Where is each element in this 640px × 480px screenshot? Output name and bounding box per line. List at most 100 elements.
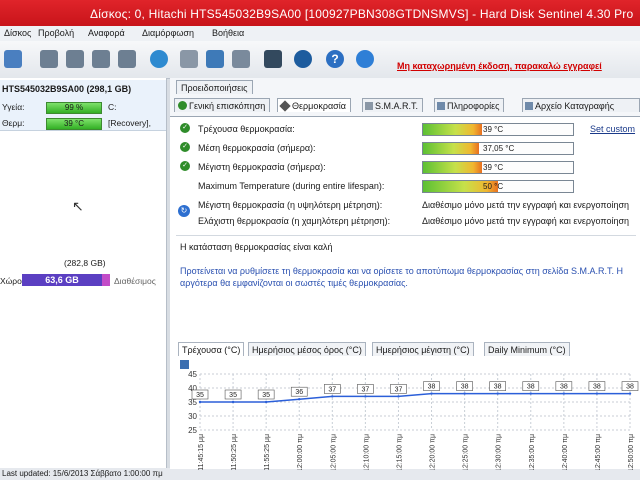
data-point bbox=[264, 400, 268, 404]
volume-size: (282,8 GB) bbox=[64, 258, 106, 268]
unregistered-link[interactable]: Μη καταχωρημένη έκδοση, παρακαλώ εγγραφε… bbox=[397, 61, 602, 71]
data-label: 35 bbox=[196, 392, 204, 399]
tab-smart[interactable]: S.M.A.R.T. bbox=[362, 98, 424, 112]
data-point bbox=[198, 400, 202, 404]
test-icon[interactable] bbox=[66, 50, 84, 68]
avg-temp-value: 37,05 °C bbox=[483, 144, 515, 153]
x-tick-label: 12:35:00 πμ bbox=[529, 434, 536, 470]
x-tick-label: 12:45:00 πμ bbox=[595, 434, 602, 470]
data-label: 38 bbox=[560, 384, 568, 391]
webcam-icon[interactable] bbox=[294, 50, 312, 68]
data-label: 38 bbox=[494, 384, 502, 391]
y-tick-label: 35 bbox=[188, 398, 197, 407]
current-temp-fill bbox=[423, 124, 482, 135]
disk-icon[interactable] bbox=[4, 50, 22, 68]
min-measure-label: Ελάχιστη θερμοκρασία (η χαμηλότερη μέτρη… bbox=[198, 216, 391, 226]
temperature-chart: 253035404535 35 35 36 37 37 37 38 38 38 38 38 38 3811… bbox=[188, 370, 639, 470]
chart-area: Τρέχουσα (°C) Ημερήσιος μέσος όρος (°C) … bbox=[178, 342, 640, 470]
max-measure-label: Μέγιστη θερμοκρασία (η υψηλότερη μέτρηση… bbox=[198, 200, 383, 210]
status-text: Η κατάσταση θερμοκρασίας είναι καλή bbox=[180, 242, 333, 252]
tab-warnings[interactable]: Προειδοποιήσεις bbox=[176, 80, 253, 94]
x-tick-label: 12:00:00 πμ bbox=[297, 434, 304, 470]
min-measure-value: Διαθέσιμο μόνο μετά την εγγραφή και ενερ… bbox=[422, 216, 630, 226]
chart-tab-daily-min[interactable]: Daily Minimum (°C) bbox=[484, 342, 570, 356]
disk-entry[interactable]: HTS545032B9SA00 (298,1 GB) Υγεία: 99 % C… bbox=[0, 80, 166, 131]
advice-text: Προτείνεται να ρυθμίσετε τη θερμοκρασία … bbox=[180, 266, 624, 288]
data-point bbox=[331, 395, 334, 398]
disk-panel: HTS545032B9SA00 (298,1 GB) Υγεία: 99 % C… bbox=[0, 78, 167, 468]
send-icon[interactable] bbox=[206, 50, 224, 68]
temperature-content: ✓ Τρέχουσα θερμοκρασία: 39 °C Set custom… bbox=[170, 116, 640, 470]
lifespan-temp-label: Maximum Temperature (during entire lifes… bbox=[198, 181, 385, 191]
lifespan-temp-bar: 50 °C bbox=[422, 180, 574, 193]
chart-tab-daily-avg-label: Ημερήσιος μέσος όρος (°C) bbox=[252, 345, 362, 355]
y-tick-label: 30 bbox=[188, 412, 197, 421]
volume-free-label: Διαθέσιμος bbox=[114, 276, 156, 286]
data-point bbox=[397, 395, 400, 398]
drive-letter: C: bbox=[108, 102, 117, 112]
data-point bbox=[562, 392, 566, 395]
volume-entry[interactable]: (282,8 GB) Χώρος 63,6 GB Διαθέσιμος bbox=[0, 256, 166, 296]
tab-log-label: Αρχείο Καταγραφής bbox=[535, 101, 615, 111]
refresh-icon[interactable] bbox=[40, 50, 58, 68]
tab-temperature[interactable]: Θερμοκρασία bbox=[277, 98, 351, 112]
reset-icon[interactable]: ↻ bbox=[178, 205, 190, 217]
recovery-label: [Recovery], bbox=[108, 118, 151, 128]
data-label: 38 bbox=[527, 384, 535, 391]
chart-tab-daily-avg[interactable]: Ημερήσιος μέσος όρος (°C) bbox=[248, 342, 366, 356]
x-tick-label: 11:50:25 μμ bbox=[231, 434, 238, 470]
globe-icon[interactable] bbox=[150, 50, 168, 68]
menu-help[interactable]: Βοήθεια bbox=[212, 28, 244, 38]
tools-icon[interactable] bbox=[118, 50, 136, 68]
set-custom-link[interactable]: Set custom bbox=[590, 124, 635, 134]
chart-tab-daily-max-label: Ημερήσιος μέγιστη (°C) bbox=[376, 345, 470, 355]
surface-icon[interactable] bbox=[92, 50, 110, 68]
help-icon[interactable]: ? bbox=[326, 50, 344, 68]
data-label: 38 bbox=[428, 384, 436, 391]
disk-name: HTS545032B9SA00 (298,1 GB) bbox=[2, 84, 132, 94]
avg-temp-bar: 37,05 °C bbox=[422, 142, 574, 155]
last-updated: Last updated: 15/6/2013 Σάββατο 1:00:00 … bbox=[2, 469, 163, 478]
save-icon[interactable] bbox=[180, 360, 189, 369]
health-value: 99 % bbox=[64, 103, 84, 112]
chart-tab-current[interactable]: Τρέχουσα (°C) bbox=[178, 342, 245, 356]
data-label: 36 bbox=[295, 389, 303, 396]
tab-info-label: Πληροφορίες bbox=[447, 101, 500, 111]
tab-info[interactable]: Πληροφορίες bbox=[434, 98, 505, 112]
x-tick-label: 12:15:00 πμ bbox=[396, 434, 403, 470]
max-measure-value: Διαθέσιμο μόνο μετά την εγγραφή και ενερ… bbox=[422, 200, 630, 210]
menu-bar: Δίσκος Προβολή Αναφορά Διαμόρφωση Βοήθει… bbox=[0, 26, 640, 42]
x-tick-label: 12:10:00 πμ bbox=[363, 434, 370, 470]
menu-disk[interactable]: Δίσκος bbox=[4, 28, 31, 38]
x-tick-label: 12:30:00 πμ bbox=[496, 434, 503, 470]
data-point bbox=[298, 398, 301, 401]
health-bar: 99 % bbox=[46, 102, 102, 114]
x-tick-label: 12:25:00 πμ bbox=[463, 434, 470, 470]
menu-view[interactable]: Προβολή bbox=[38, 28, 74, 38]
avg-temp-label: Μέση θερμοκρασία (σήμερα): bbox=[198, 143, 316, 153]
menu-report[interactable]: Αναφορά bbox=[88, 28, 125, 38]
chart-tab-current-label: Τρέχουσα (°C) bbox=[182, 345, 241, 355]
overview-check-icon bbox=[178, 101, 187, 110]
data-label: 38 bbox=[593, 384, 601, 391]
tab-overview[interactable]: Γενική επισκόπηση bbox=[174, 98, 271, 112]
current-temp-value: 39 °C bbox=[483, 125, 504, 134]
chart-tab-daily-max[interactable]: Ημερήσιος μέγιστη (°C) bbox=[372, 342, 474, 356]
max-check-icon: ✓ bbox=[180, 161, 190, 171]
volume-free: 63,6 GB bbox=[45, 275, 79, 285]
settings-icon[interactable] bbox=[232, 50, 250, 68]
lifespan-temp-value: 50 °C bbox=[483, 182, 504, 191]
monitor-icon[interactable] bbox=[264, 50, 282, 68]
cursor-icon: ↖ bbox=[72, 198, 84, 214]
x-tick-label: 12:20:00 πμ bbox=[430, 434, 437, 470]
title-bar: Δίσκος: 0, Hitachi HTS545032B9SA00 [1009… bbox=[0, 0, 640, 26]
data-label: 37 bbox=[395, 386, 403, 393]
data-point bbox=[231, 400, 235, 404]
report-icon[interactable] bbox=[180, 50, 198, 68]
data-label: 38 bbox=[461, 384, 469, 391]
tab-log[interactable]: Αρχείο Καταγραφής bbox=[522, 98, 640, 112]
data-point bbox=[463, 392, 466, 395]
menu-config[interactable]: Διαμόρφωση bbox=[142, 28, 194, 38]
info-icon[interactable] bbox=[356, 50, 374, 68]
main-panel: Προειδοποιήσεις Γενική επισκόπηση Θερμοκ… bbox=[170, 78, 640, 470]
